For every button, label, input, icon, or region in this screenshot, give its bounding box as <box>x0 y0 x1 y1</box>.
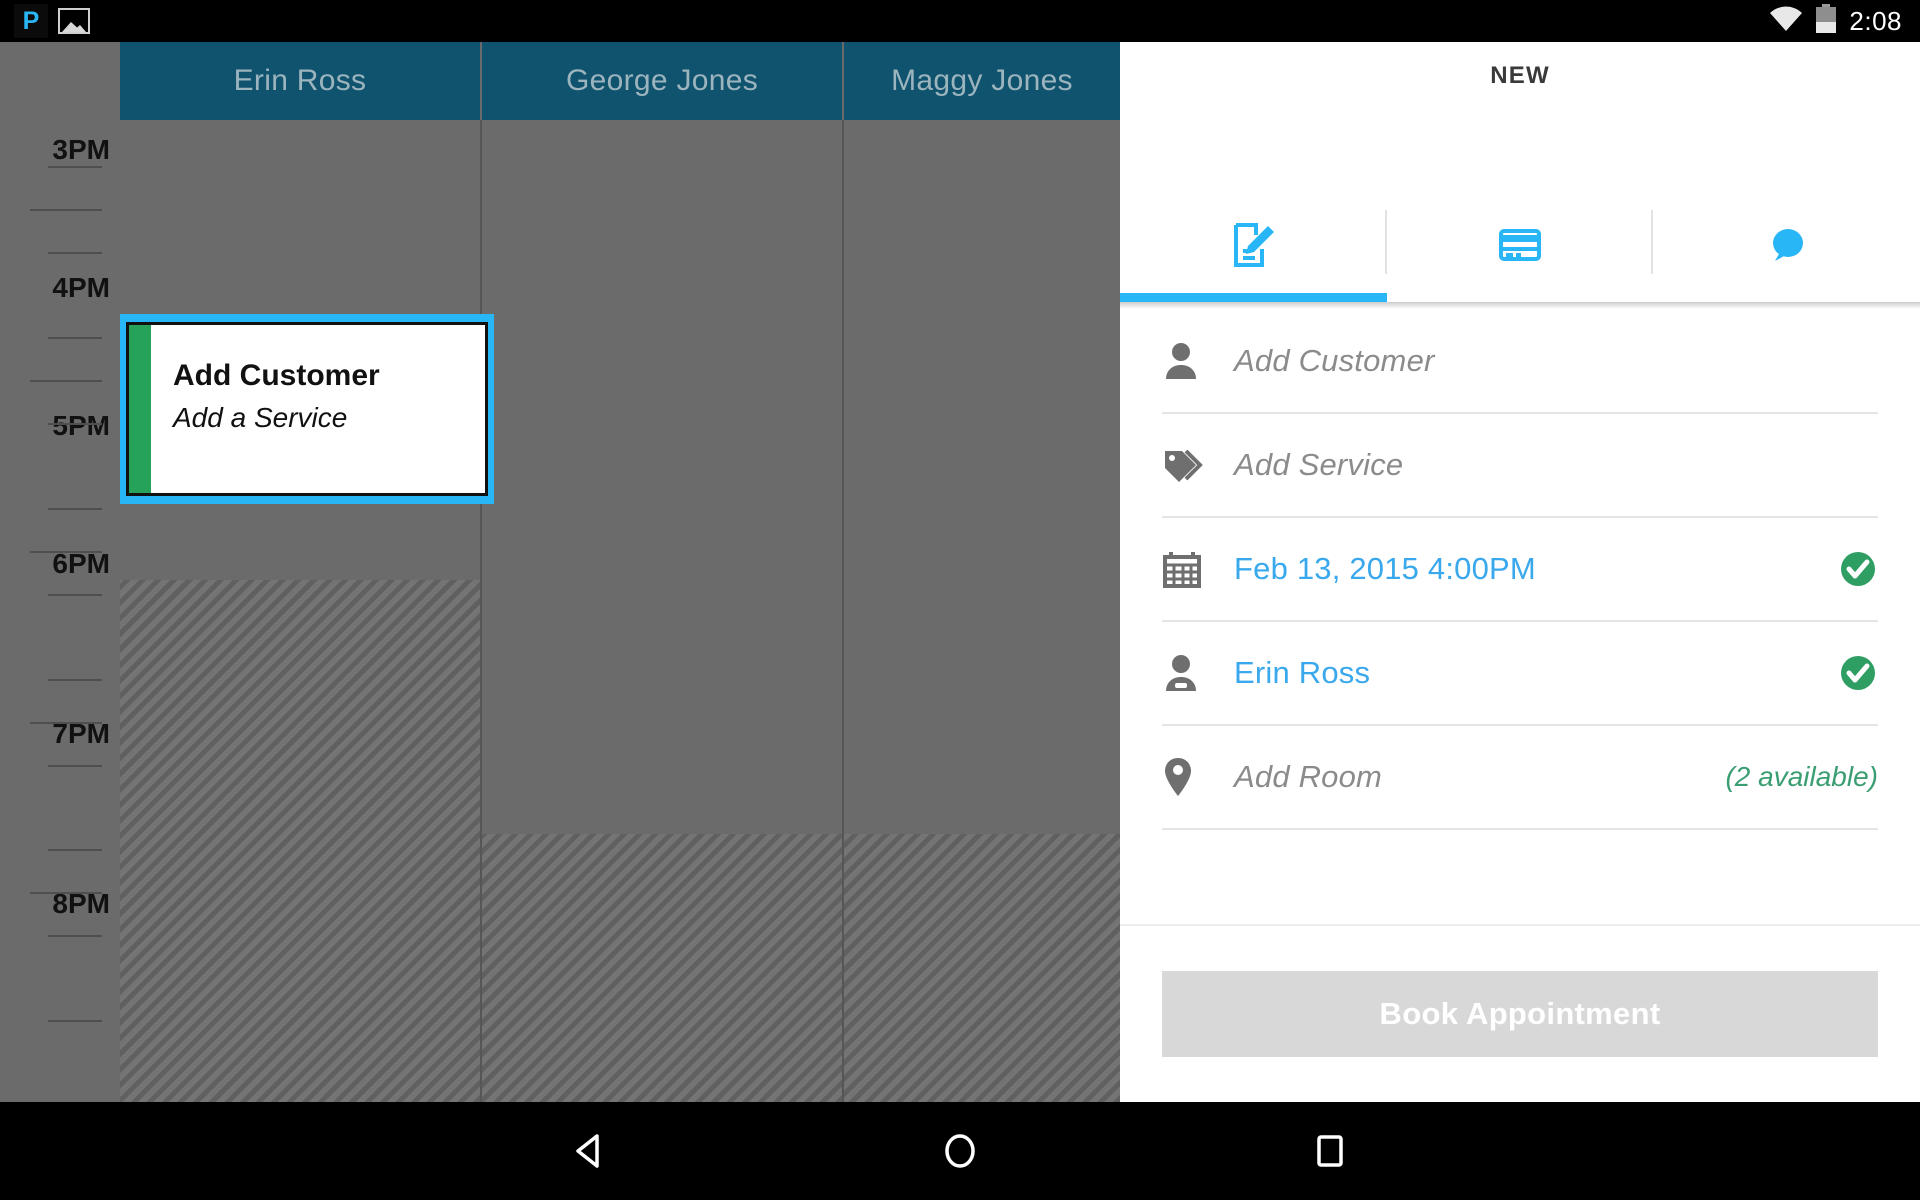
time-gutter: 3PM 4PM 5PM 6PM 7PM 8PM <box>0 42 120 1102</box>
half-tick <box>30 209 102 211</box>
tabs-shadow <box>1120 302 1920 309</box>
quarter-tick <box>48 166 102 168</box>
appointment-accent-bar <box>129 325 151 493</box>
back-triangle-icon[interactable] <box>555 1116 625 1186</box>
edit-document-icon <box>1227 219 1279 276</box>
column-divider <box>842 120 844 1102</box>
room-availability-text: (2 available) <box>1725 761 1878 792</box>
appointment-subtitle: Add a Service <box>173 401 348 433</box>
calendar-column-header-erin-ross[interactable]: Erin Ross <box>120 42 480 120</box>
screen: P 2:08 3PM 4PM 5PM 6PM 7PM 8PM Add Custo… <box>0 0 1920 1200</box>
half-tick <box>30 892 102 894</box>
calendar-column-header-maggy-jones[interactable]: Maggy Jones <box>844 42 1120 120</box>
hour-label: 7PM <box>52 718 110 749</box>
form-row-label: Add Customer <box>1234 343 1435 378</box>
location-pin-icon <box>1162 756 1234 798</box>
quarter-tick <box>48 849 102 851</box>
form-row-label: Feb 13, 2015 4:00PM <box>1234 551 1536 586</box>
tab-messages[interactable] <box>1653 192 1920 302</box>
quarter-tick <box>48 337 102 339</box>
column-header-label: George Jones <box>565 64 759 97</box>
calendar-column-header-george-jones[interactable]: George Jones <box>482 42 842 120</box>
unavailable-block <box>120 580 480 1102</box>
unavailable-block <box>844 834 1120 1102</box>
half-tick <box>30 551 102 553</box>
unavailable-block <box>482 834 842 1102</box>
wifi-icon <box>1769 6 1803 37</box>
quarter-tick <box>48 1020 102 1022</box>
form-row-customer[interactable]: Add Customer <box>1162 310 1878 414</box>
appointment-card[interactable]: Add Customer Add a Service <box>120 314 494 504</box>
form-row-room[interactable]: Add Room (2 available) <box>1162 726 1878 830</box>
hour-label: 8PM <box>52 888 110 919</box>
appointment-card-body[interactable]: Add Customer Add a Service <box>126 322 488 496</box>
column-divider <box>480 120 482 1102</box>
panel-header: NEW <box>1120 42 1920 192</box>
quarter-tick <box>48 935 102 937</box>
panel-tabs[interactable] <box>1120 192 1920 302</box>
quarter-tick <box>48 423 102 425</box>
book-appointment-button[interactable]: Book Appointment <box>1162 971 1878 1057</box>
credit-card-icon <box>1494 219 1546 276</box>
form-row-staff[interactable]: Erin Ross <box>1162 622 1878 726</box>
panel-footer: Book Appointment <box>1120 924 1920 1102</box>
calendar-view[interactable]: 3PM 4PM 5PM 6PM 7PM 8PM Add Customer Add… <box>0 42 1120 1102</box>
form-row-label: Add Service <box>1234 447 1404 482</box>
quarter-tick <box>48 765 102 767</box>
quarter-tick <box>48 508 102 510</box>
staff-person-icon <box>1162 653 1234 693</box>
android-nav-bar[interactable] <box>0 1102 1920 1200</box>
panel-title: NEW <box>1490 62 1550 89</box>
tab-details[interactable] <box>1120 192 1387 302</box>
appointment-text: Add Customer Add a Service <box>151 325 485 493</box>
status-check-icon <box>1838 653 1878 693</box>
hour-label: 6PM <box>52 548 110 579</box>
status-check-icon <box>1838 549 1878 589</box>
status-bar-system-icons: 2:08 <box>1769 0 1902 42</box>
person-icon <box>1162 341 1234 381</box>
tab-payment[interactable] <box>1387 192 1654 302</box>
appointment-form: Add Customer Add Service Feb 13, 2015 4:… <box>1120 310 1920 830</box>
column-header-label: Erin Ross <box>233 64 367 97</box>
new-appointment-panel: NEW Add Customer Add Service Feb 13, 201… <box>1120 42 1920 1102</box>
quarter-tick <box>48 252 102 254</box>
appointment-title: Add Customer <box>173 359 380 392</box>
tag-icon <box>1162 445 1234 485</box>
home-circle-icon[interactable] <box>925 1116 995 1186</box>
app-logo-icon: P <box>14 4 48 38</box>
calendar-icon <box>1162 549 1234 589</box>
hour-label: 4PM <box>52 272 110 303</box>
half-tick <box>30 722 102 724</box>
status-bar-notifications: P <box>14 0 90 42</box>
android-status-bar: P 2:08 <box>0 0 1920 42</box>
status-bar-clock: 2:08 <box>1849 5 1902 36</box>
quarter-tick <box>48 594 102 596</box>
form-row-datetime[interactable]: Feb 13, 2015 4:00PM <box>1162 518 1878 622</box>
quarter-tick <box>48 679 102 681</box>
column-header-label: Maggy Jones <box>891 64 1073 97</box>
form-row-service[interactable]: Add Service <box>1162 414 1878 518</box>
chat-bubble-icon <box>1761 219 1813 276</box>
image-icon <box>58 8 90 34</box>
battery-icon <box>1815 3 1837 39</box>
form-row-label: Add Room <box>1234 759 1383 794</box>
calendar-grid[interactable]: Add Customer Add a Service Erin Ross Geo… <box>120 42 1120 1102</box>
recents-square-icon[interactable] <box>1295 1116 1365 1186</box>
half-tick <box>30 380 102 382</box>
hour-label: 3PM <box>52 134 110 165</box>
hour-label: 5PM <box>52 410 110 441</box>
form-row-label: Erin Ross <box>1234 655 1371 690</box>
